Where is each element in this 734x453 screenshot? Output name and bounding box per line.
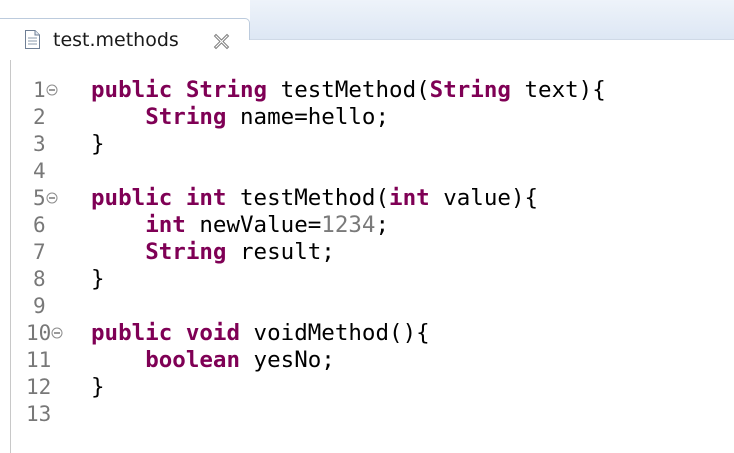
- keyword-token: public: [91, 77, 173, 103]
- code-token: text){: [510, 77, 606, 103]
- code-line[interactable]: 10 public void voidMethod(){: [0, 320, 734, 347]
- code-token: result;: [226, 239, 335, 265]
- keyword-token: public: [91, 185, 173, 211]
- collapse-fold-icon[interactable]: [46, 84, 58, 96]
- line-number: 8: [33, 267, 46, 291]
- code-token: ;: [375, 212, 390, 238]
- code-text[interactable]: }: [91, 266, 105, 293]
- line-number: 13: [26, 402, 52, 426]
- code-text[interactable]: public int testMethod(int value){: [91, 185, 538, 212]
- code-line[interactable]: 11 boolean yesNo;: [0, 347, 734, 374]
- line-number: 11: [26, 348, 52, 372]
- close-icon[interactable]: [213, 33, 230, 50]
- line-number: 6: [33, 213, 46, 237]
- code-text[interactable]: int newValue=1234;: [91, 212, 389, 239]
- keyword-token: int: [185, 185, 227, 211]
- collapse-fold-icon[interactable]: [46, 192, 58, 204]
- keyword-token: String: [429, 77, 511, 103]
- code-line[interactable]: 5 public int testMethod(int value){: [0, 185, 734, 212]
- code-token: }: [91, 131, 105, 157]
- keyword-token: boolean: [145, 347, 241, 373]
- code-line[interactable]: 2 String name=hello;: [0, 104, 734, 131]
- code-line[interactable]: 4: [0, 158, 734, 185]
- line-number: 12: [26, 375, 52, 399]
- tab-title[interactable]: test.methods: [53, 29, 179, 51]
- code-text[interactable]: public void voidMethod(){: [91, 320, 430, 347]
- code-token: testMethod(: [267, 77, 430, 103]
- tab-strip-background: [250, 0, 734, 40]
- code-text[interactable]: String name=hello;: [91, 104, 389, 131]
- code-line[interactable]: 6 int newValue=1234;: [0, 212, 734, 239]
- keyword-token: public: [91, 320, 173, 346]
- code-text[interactable]: boolean yesNo;: [91, 347, 335, 374]
- line-number: 9: [33, 294, 46, 318]
- keyword-token: String: [185, 77, 268, 103]
- line-number: 3: [33, 132, 46, 156]
- code-text[interactable]: public String testMethod(String text){: [91, 77, 606, 104]
- keyword-token: int: [389, 185, 430, 211]
- code-line[interactable]: 3}: [0, 131, 734, 158]
- code-token: name=hello;: [226, 104, 390, 130]
- code-line[interactable]: 12}: [0, 374, 734, 401]
- code-token: }: [91, 266, 105, 292]
- code-line[interactable]: 13: [0, 401, 734, 428]
- code-token: newValue=: [185, 212, 322, 238]
- code-text[interactable]: }: [91, 374, 105, 401]
- code-line[interactable]: 9: [0, 293, 734, 320]
- code-token: voidMethod(){: [240, 320, 430, 346]
- code-token: testMethod(: [226, 185, 390, 211]
- line-number: 10: [26, 321, 52, 345]
- code-token: value){: [429, 185, 539, 211]
- line-number: 7: [33, 240, 46, 264]
- keyword-token: void: [185, 320, 241, 346]
- keyword-token: int: [145, 212, 186, 238]
- code-text[interactable]: }: [91, 131, 105, 158]
- code-line[interactable]: 1 public String testMethod(String text){: [0, 77, 734, 104]
- keyword-token: String: [145, 239, 227, 265]
- code-line[interactable]: 7 String result;: [0, 239, 734, 266]
- collapse-fold-icon[interactable]: [51, 327, 63, 339]
- code-text[interactable]: String result;: [91, 239, 335, 266]
- line-number: 4: [33, 159, 46, 183]
- text-file-icon: [25, 30, 40, 49]
- number-token: 1234: [321, 212, 376, 238]
- code-token: }: [91, 374, 105, 400]
- line-number: 2: [33, 105, 46, 129]
- code-token: yesNo;: [240, 347, 335, 373]
- keyword-token: String: [145, 104, 227, 130]
- code-line[interactable]: 8}: [0, 266, 734, 293]
